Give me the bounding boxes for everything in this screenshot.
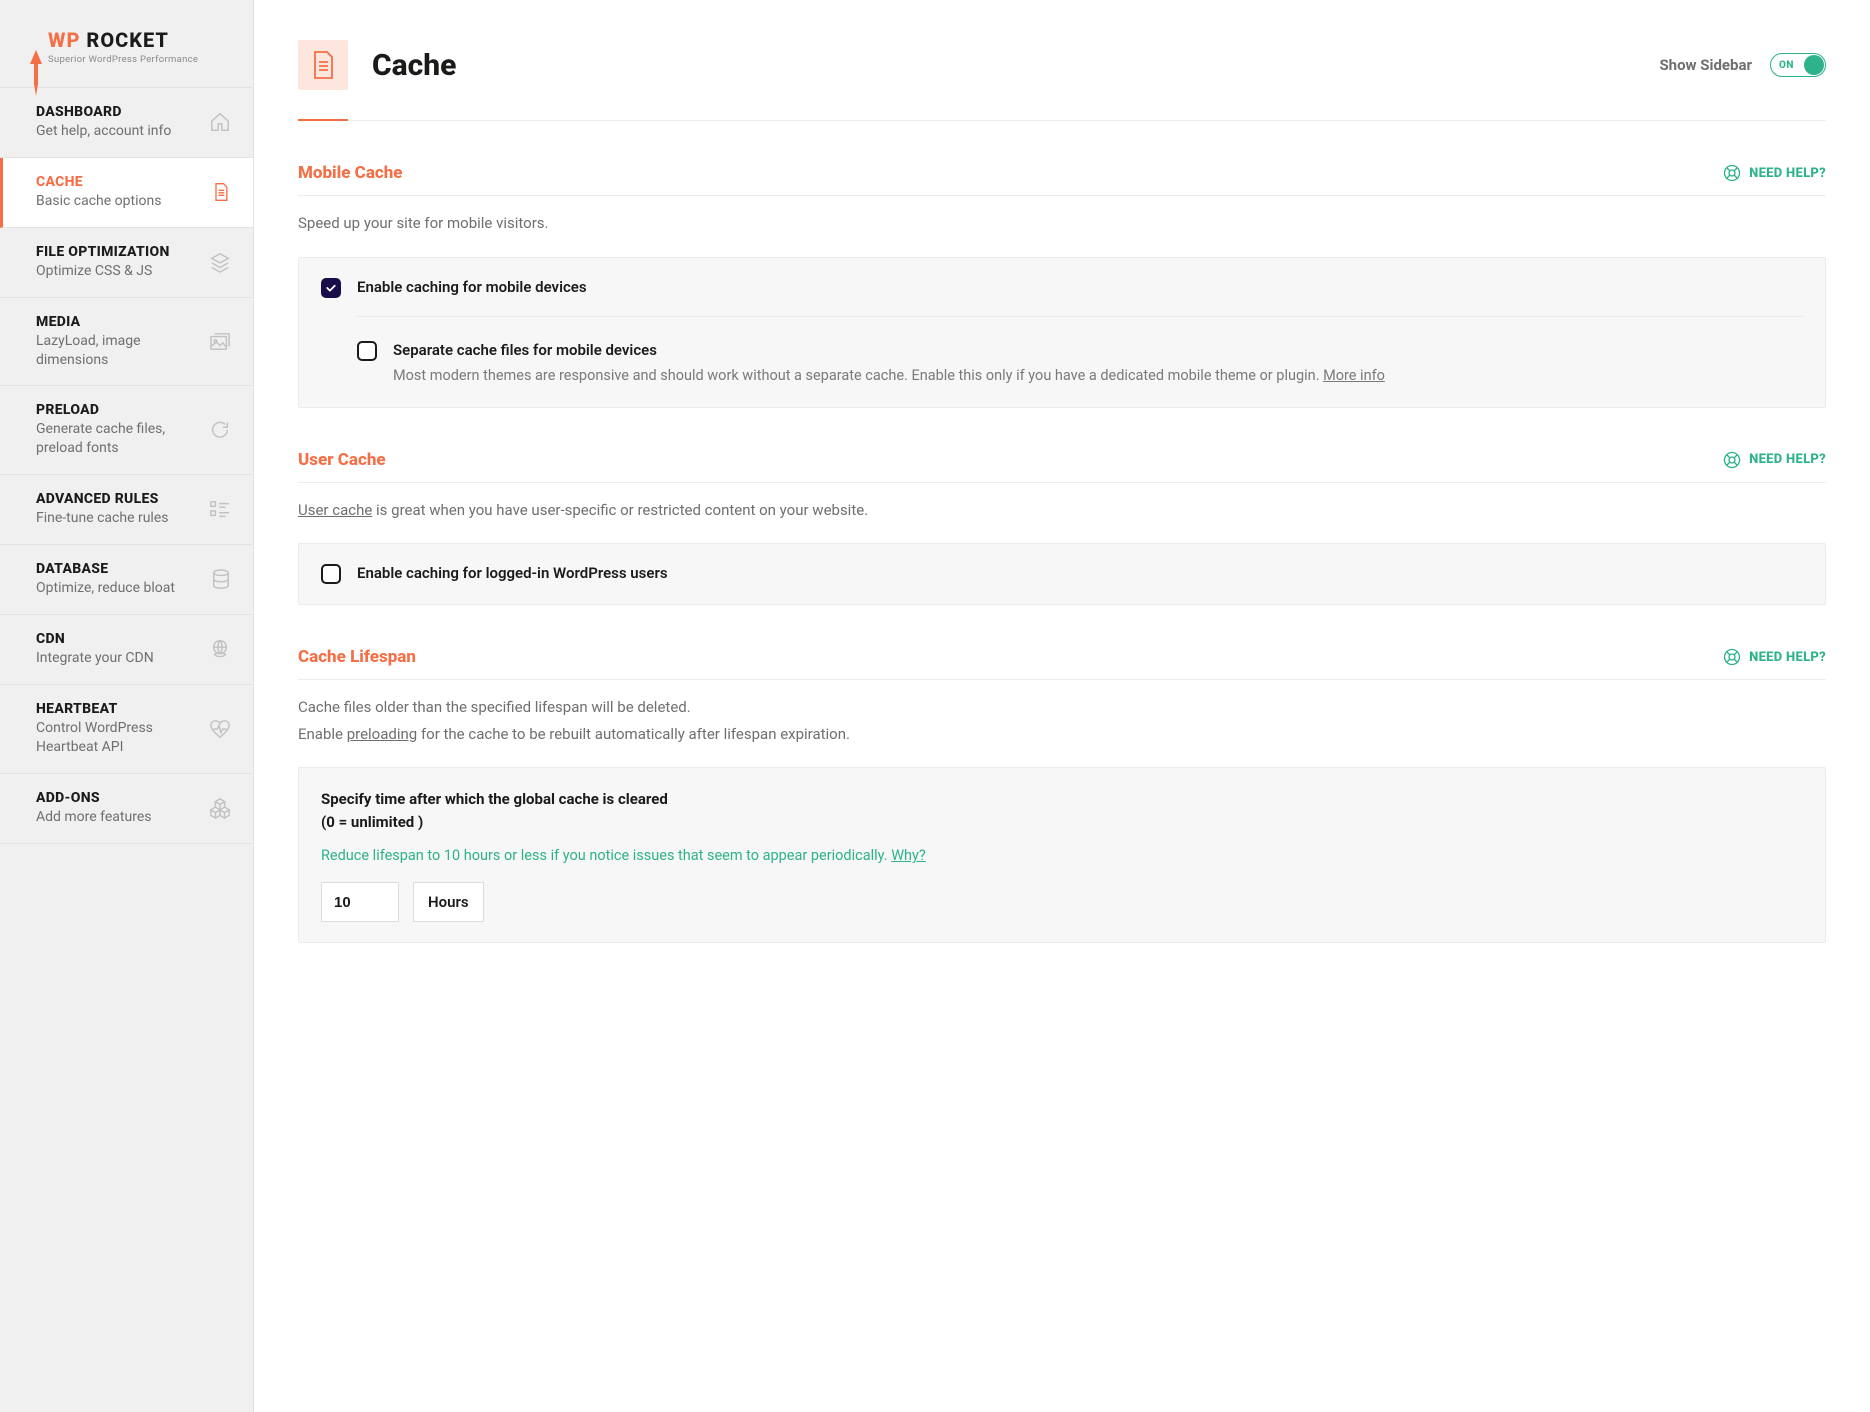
nav-sub: Control WordPress Heartbeat API <box>36 719 199 757</box>
logo-rocket: ROCKET <box>86 28 169 52</box>
heartbeat-icon <box>209 719 231 739</box>
refresh-icon <box>209 419 231 441</box>
why-link[interactable]: Why? <box>891 847 926 864</box>
more-info-link[interactable]: More info <box>1323 367 1385 384</box>
page-icon <box>298 40 348 90</box>
section-title: User Cache <box>298 450 386 470</box>
enable-mobile-cache-label: Enable caching for mobile devices <box>357 278 587 296</box>
section-desc: Speed up your site for mobile visitors. <box>298 212 1826 235</box>
nav-item-dashboard[interactable]: DASHBOARD Get help, account info <box>0 88 253 158</box>
toggle-on-label: ON <box>1779 60 1794 71</box>
separate-mobile-cache-checkbox[interactable] <box>357 341 377 361</box>
nav-title: PRELOAD <box>36 402 199 418</box>
main-content: Cache Show Sidebar ON Mobile Cache NEED … <box>254 0 1870 1412</box>
section-user-cache: User Cache NEED HELP? User cache is grea… <box>298 450 1826 606</box>
toggle-knob <box>1804 55 1824 75</box>
lifespan-panel-title: Specify time after which the global cach… <box>321 788 1803 833</box>
user-cache-panel: Enable caching for logged-in WordPress u… <box>298 543 1826 605</box>
globe-icon <box>209 638 231 660</box>
lifespan-note: Reduce lifespan to 10 hours or less if y… <box>321 847 1803 864</box>
enable-mobile-cache-checkbox[interactable] <box>321 278 341 298</box>
nav-sub: Fine-tune cache rules <box>36 509 169 528</box>
lifespan-panel: Specify time after which the global cach… <box>298 767 1826 943</box>
nav-title: DATABASE <box>36 561 175 577</box>
nav-title: DASHBOARD <box>36 104 171 120</box>
nav-title: MEDIA <box>36 314 199 330</box>
page-header: Cache Show Sidebar ON <box>298 40 1826 121</box>
nav-sub: Optimize CSS & JS <box>36 262 170 281</box>
lifespan-value-input[interactable] <box>321 882 399 922</box>
nav-item-heartbeat[interactable]: HEARTBEAT Control WordPress Heartbeat AP… <box>0 685 253 774</box>
document-icon <box>211 181 231 203</box>
nav-sub: Integrate your CDN <box>36 649 154 668</box>
separate-mobile-cache-desc: Most modern themes are responsive and sh… <box>393 365 1385 387</box>
need-help-link[interactable]: NEED HELP? <box>1723 648 1826 666</box>
preloading-link[interactable]: preloading <box>347 725 418 743</box>
nav: DASHBOARD Get help, account info CACHE B… <box>0 87 253 844</box>
layers-icon <box>209 251 231 273</box>
logo: WP ROCKET Superior WordPress Performance <box>0 0 253 87</box>
lifespan-unit-select[interactable]: Hours <box>413 882 484 922</box>
help-icon <box>1723 164 1741 182</box>
nav-sub: Basic cache options <box>36 192 161 211</box>
nav-sub: LazyLoad, image dimensions <box>36 332 199 370</box>
lifespan-desc-1: Cache files older than the specified lif… <box>298 696 1826 719</box>
section-cache-lifespan: Cache Lifespan NEED HELP? Cache files ol… <box>298 647 1826 943</box>
nav-sub: Generate cache files, preload fonts <box>36 420 199 458</box>
nav-title: ADD-ONS <box>36 790 151 806</box>
nav-item-file-optimization[interactable]: FILE OPTIMIZATION Optimize CSS & JS <box>0 228 253 298</box>
need-help-link[interactable]: NEED HELP? <box>1723 451 1826 469</box>
page-title: Cache <box>372 48 456 83</box>
enable-user-cache-checkbox[interactable] <box>321 564 341 584</box>
checklist-icon <box>209 500 231 520</box>
nav-item-cache[interactable]: CACHE Basic cache options <box>0 158 253 228</box>
nav-item-preload[interactable]: PRELOAD Generate cache files, preload fo… <box>0 386 253 475</box>
nav-title: CDN <box>36 631 154 647</box>
show-sidebar-label: Show Sidebar <box>1659 56 1752 74</box>
lifespan-desc-2: Enable preloading for the cache to be re… <box>298 723 1826 746</box>
nav-title: FILE OPTIMIZATION <box>36 244 170 260</box>
nav-title: HEARTBEAT <box>36 701 199 717</box>
nav-item-advanced-rules[interactable]: ADVANCED RULES Fine-tune cache rules <box>0 475 253 545</box>
images-icon <box>209 332 231 352</box>
nav-item-cdn[interactable]: CDN Integrate your CDN <box>0 615 253 685</box>
section-title: Cache Lifespan <box>298 647 416 667</box>
help-label: NEED HELP? <box>1749 166 1826 181</box>
help-icon <box>1723 451 1741 469</box>
section-desc: User cache is great when you have user-s… <box>298 499 1826 522</box>
nav-sub: Add more features <box>36 808 151 827</box>
sidebar: WP ROCKET Superior WordPress Performance… <box>0 0 254 1412</box>
nav-item-media[interactable]: MEDIA LazyLoad, image dimensions <box>0 298 253 387</box>
nav-item-addons[interactable]: ADD-ONS Add more features <box>0 774 253 844</box>
logo-tagline: Superior WordPress Performance <box>48 54 231 65</box>
sidebar-toggle[interactable]: ON <box>1770 53 1826 77</box>
section-mobile-cache: Mobile Cache NEED HELP? Speed up your si… <box>298 163 1826 408</box>
mobile-cache-panel: Enable caching for mobile devices Separa… <box>298 257 1826 408</box>
help-label: NEED HELP? <box>1749 452 1826 467</box>
section-title: Mobile Cache <box>298 163 403 183</box>
help-icon <box>1723 648 1741 666</box>
cubes-icon <box>209 797 231 819</box>
nav-title: CACHE <box>36 174 161 190</box>
separate-mobile-cache-label: Separate cache files for mobile devices <box>393 341 1385 359</box>
database-icon <box>211 569 231 591</box>
user-cache-link[interactable]: User cache <box>298 501 372 519</box>
nav-item-database[interactable]: DATABASE Optimize, reduce bloat <box>0 545 253 615</box>
need-help-link[interactable]: NEED HELP? <box>1723 164 1826 182</box>
logo-wp: WP <box>48 28 80 52</box>
enable-user-cache-label: Enable caching for logged-in WordPress u… <box>357 564 668 582</box>
nav-sub: Optimize, reduce bloat <box>36 579 175 598</box>
help-label: NEED HELP? <box>1749 650 1826 665</box>
nav-sub: Get help, account info <box>36 122 171 141</box>
nav-title: ADVANCED RULES <box>36 491 169 507</box>
home-icon <box>209 111 231 133</box>
